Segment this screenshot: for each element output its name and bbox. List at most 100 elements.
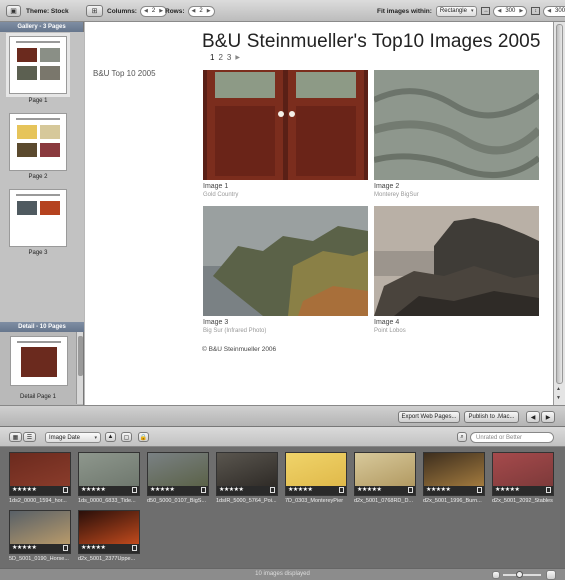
image-title: Image 3 xyxy=(203,319,229,326)
stepper-right-icon[interactable]: ▶ xyxy=(519,8,523,14)
rows-value: 2 xyxy=(199,8,203,14)
browser-photo[interactable]: ★★★★★ xyxy=(492,452,554,496)
stepper-right-icon[interactable]: ▶ xyxy=(159,8,163,14)
width-stepper[interactable]: ◀ 300 ▶ xyxy=(493,5,528,17)
gallery-image-2[interactable] xyxy=(372,70,542,180)
width-icon: ↔ xyxy=(481,7,491,15)
rating-stars[interactable]: ★★★★★ xyxy=(81,544,106,551)
rating-stars[interactable]: ★★★★★ xyxy=(357,486,382,493)
stepper-left-icon[interactable]: ◀ xyxy=(192,8,196,14)
photo-thumbnail xyxy=(10,453,70,486)
photo-thumbnail xyxy=(79,453,139,486)
stepper-left-icon[interactable]: ◀ xyxy=(547,8,551,14)
theme-label: Theme: Stock xyxy=(26,7,69,15)
photo-info-bar: ★★★★★ xyxy=(286,486,346,495)
stepper-left-icon[interactable]: ◀ xyxy=(497,8,501,14)
browser-photo[interactable]: ★★★★★ xyxy=(216,452,278,496)
export-web-pages-button[interactable]: Export Web Pages... xyxy=(398,411,460,423)
rating-stars[interactable]: ★★★★★ xyxy=(12,486,37,493)
large-thumb-icon[interactable] xyxy=(546,570,556,580)
rows-stepper[interactable]: ◀ 2 ▶ xyxy=(187,5,215,17)
next-arrow-icon[interactable]: ▶ xyxy=(235,54,240,62)
rating-stars[interactable]: ★★★★★ xyxy=(495,486,520,493)
fit-select[interactable]: Rectangle ▾ xyxy=(435,5,478,17)
scroll-up-icon[interactable]: ▲ xyxy=(556,386,561,392)
rating-stars[interactable]: ★★★★★ xyxy=(219,486,244,493)
sort-select[interactable]: Image Date ▾ xyxy=(45,432,101,443)
thumb-image xyxy=(17,48,37,62)
rating-stars[interactable]: ★★★★★ xyxy=(426,486,451,493)
page-link[interactable]: 2 xyxy=(218,53,222,62)
rows-group: Rows: ◀ 2 ▶ xyxy=(165,5,215,17)
browser-photo[interactable]: ★★★★★ xyxy=(285,452,347,496)
stack-button[interactable]: ▢ xyxy=(121,432,132,442)
browser-photo[interactable]: ★★★★★ xyxy=(9,510,71,554)
thumb-title-line xyxy=(16,41,60,43)
theme-button[interactable]: ▣ xyxy=(6,5,21,17)
thumb-title-line xyxy=(16,118,60,120)
scroll-knob[interactable] xyxy=(78,336,83,376)
columns-value: 2 xyxy=(151,8,156,14)
width-value: 300 xyxy=(505,8,516,14)
columns-stepper[interactable]: ◀ 2 ▶ xyxy=(139,5,168,17)
scroll-knob[interactable] xyxy=(556,24,563,384)
search-button[interactable]: ⌕ xyxy=(457,432,467,442)
stepper-left-icon[interactable]: ◀ xyxy=(144,8,148,14)
thumb-image xyxy=(40,125,60,139)
theme-group: ▣ Theme: Stock xyxy=(6,5,69,17)
grid-icon: ⊞ xyxy=(91,8,98,15)
image-title: Image 2 xyxy=(374,183,400,190)
photo-info-bar: ★★★★★ xyxy=(493,486,553,495)
chevron-down-icon: ▾ xyxy=(94,434,97,441)
zoom-slider-knob[interactable] xyxy=(516,571,523,578)
rating-stars[interactable]: ★★★★★ xyxy=(81,486,106,493)
grid-view-button[interactable]: ▦ xyxy=(9,432,22,442)
browser-photo[interactable]: ★★★★★ xyxy=(9,452,71,496)
scroll-down-icon[interactable]: ▼ xyxy=(556,395,561,401)
browser-toolbar: ▦ ☰ Image Date ▾ ▲ ▢ 🔒 ⌕ Unrated or Bett… xyxy=(0,427,565,447)
search-icon: ⌕ xyxy=(460,433,464,440)
site-nav-link[interactable]: B&U Top 10 2005 xyxy=(93,69,156,78)
list-view-button[interactable]: ☰ xyxy=(23,432,36,442)
detail-scrollbar[interactable] xyxy=(76,332,83,404)
canvas-scrollbar[interactable]: ▲ ▼ xyxy=(553,22,565,405)
page-label: Page 1 xyxy=(28,98,48,104)
badge-icon xyxy=(408,487,413,493)
publish-to-mac-button[interactable]: Publish to .Mac... xyxy=(464,411,519,423)
browser-photo[interactable]: ★★★★★ xyxy=(147,452,209,496)
layout-menu-button[interactable]: ⊞ xyxy=(86,5,103,17)
rating-stars[interactable]: ★★★★★ xyxy=(150,486,175,493)
page-link[interactable]: 3 xyxy=(227,53,231,62)
gallery-image-3[interactable] xyxy=(203,206,368,316)
gallery-image-1[interactable] xyxy=(203,70,368,180)
page-label: Detail Page 1 xyxy=(19,394,57,400)
rows-label: Rows: xyxy=(165,7,185,15)
page-navigator: 1 2 3 ▶ xyxy=(210,53,240,62)
detail-page-thumbnail[interactable] xyxy=(10,336,68,386)
previous-page-button[interactable]: ◀ xyxy=(526,411,540,423)
image-title: Image 1 xyxy=(203,183,229,190)
page-thumbnail-1[interactable] xyxy=(6,33,70,97)
browser-photo[interactable]: ★★★★★ xyxy=(423,452,485,496)
small-thumb-icon[interactable] xyxy=(492,571,500,579)
browser-photo[interactable]: ★★★★★ xyxy=(354,452,416,496)
browser-photo[interactable]: ★★★★★ xyxy=(78,510,140,554)
detail-header: Detail - 10 Pages xyxy=(0,322,84,332)
stepper-right-icon[interactable]: ▶ xyxy=(207,8,211,14)
gallery-image-4[interactable] xyxy=(374,206,539,316)
next-page-button[interactable]: ▶ xyxy=(541,411,555,423)
list-view-icon: ☰ xyxy=(26,434,33,441)
badge-icon xyxy=(63,545,68,551)
rating-filter-field[interactable]: Unrated or Better xyxy=(470,432,554,443)
browser-photo[interactable]: ★★★★★ xyxy=(78,452,140,496)
lock-button[interactable]: 🔒 xyxy=(138,432,149,442)
page-thumbnail-3[interactable] xyxy=(9,189,67,247)
rating-stars[interactable]: ★★★★★ xyxy=(12,544,37,551)
sort-direction-button[interactable]: ▲ xyxy=(105,432,116,442)
height-stepper[interactable]: ◀ 300 ▶ xyxy=(543,5,565,17)
page-thumbnail-2[interactable] xyxy=(9,113,67,171)
photo-filename: 7D_0303_MontereyPier xyxy=(285,498,344,504)
page-link[interactable]: 1 xyxy=(210,53,214,62)
rating-stars[interactable]: ★★★★★ xyxy=(288,486,313,493)
thumb-title-line xyxy=(16,194,60,196)
